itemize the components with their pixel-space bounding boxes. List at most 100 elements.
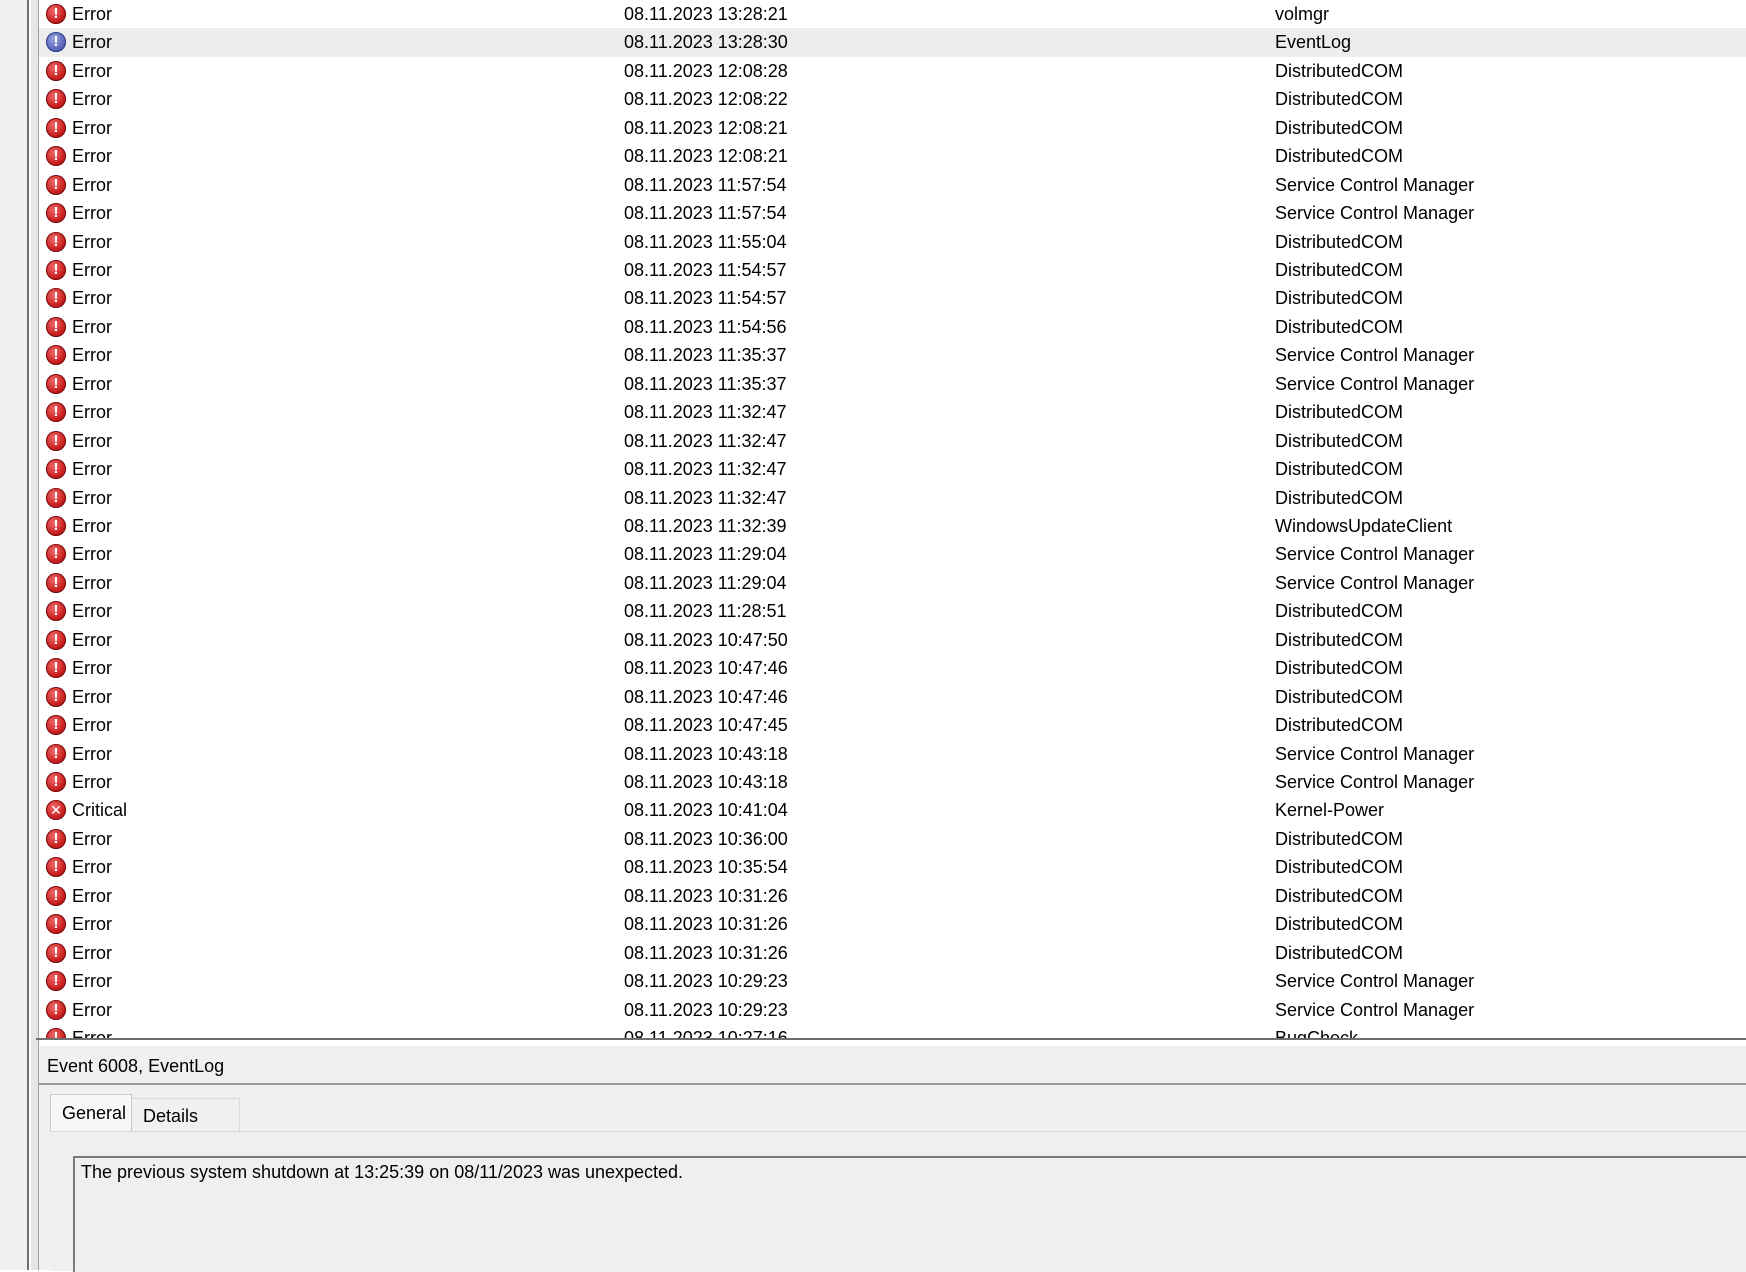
event-level: Critical [72, 800, 128, 821]
pane-splitter[interactable] [27, 0, 29, 1270]
event-source: DistributedCOM [1275, 658, 1404, 679]
event-date: 08.11.2023 10:43:18 [624, 772, 788, 792]
event-source: DistributedCOM [1275, 487, 1404, 508]
tab-general[interactable]: General [50, 1094, 132, 1131]
event-row[interactable]: ! Error 08.11.2023 10:31:26 DistributedCOM [39, 882, 1746, 911]
event-row[interactable]: ! Error 08.11.2023 10:43:18 Service Control… [39, 768, 1746, 797]
event-row[interactable]: ! Error 08.11.2023 11:32:47 DistributedCOM [39, 455, 1746, 484]
error-icon: ! [46, 629, 66, 650]
event-row[interactable]: ! Error 08.11.2023 10:47:46 DistributedCOM [39, 654, 1746, 683]
error-icon: ! [46, 971, 66, 992]
event-source: DistributedCOM [1275, 60, 1404, 81]
error-icon: ! [46, 117, 66, 138]
event-row[interactable]: ! Error 08.11.2023 11:57:54 Service Control… [39, 171, 1746, 200]
list-splitter[interactable] [36, 1038, 1746, 1040]
event-level: Error [72, 402, 112, 423]
event-date: 08.11.2023 10:47:46 [624, 658, 788, 679]
event-source: DistributedCOM [1275, 288, 1404, 309]
event-row[interactable]: ! Error 08.11.2023 12:08:21 DistributedCOM [39, 142, 1746, 171]
event-source: DistributedCOM [1275, 231, 1404, 252]
error-icon: ! [46, 658, 66, 679]
event-row[interactable]: ! Error 08.11.2023 11:29:04 Service Control… [39, 569, 1746, 598]
event-date: 08.11.2023 13:28:21 [624, 4, 788, 24]
event-date: 08.11.2023 11:35:37 [624, 345, 787, 366]
event-date: 08.11.2023 12:08:21 [624, 146, 788, 167]
event-list[interactable]: ! Error 08.11.2023 13:28:21 volmgr! Error 08.… [39, 0, 1746, 1040]
event-row[interactable]: ! Error 08.11.2023 12:08:28 DistributedCOM [39, 57, 1746, 86]
event-row[interactable]: ! Error 08.11.2023 10:29:23 Service Control… [39, 996, 1746, 1025]
error-icon: ! [46, 999, 66, 1020]
event-date: 08.11.2023 10:31:26 [624, 885, 788, 906]
event-date: 08.11.2023 13:28:30 [624, 32, 788, 53]
event-level: Error [72, 516, 112, 536]
event-source: Service Control Manager [1275, 544, 1475, 565]
event-row[interactable]: ! Error 08.11.2023 11:32:47 DistributedCOM [39, 484, 1746, 513]
event-source: DistributedCOM [1275, 430, 1404, 451]
title-divider [39, 1083, 1746, 1085]
event-source: DistributedCOM [1275, 601, 1404, 622]
event-level: Error [72, 942, 112, 963]
event-row[interactable]: ! Error 08.11.2023 10:29:23 Service Control… [39, 967, 1746, 996]
event-row[interactable]: ! Error 08.11.2023 10:47:45 DistributedCOM [39, 711, 1746, 740]
event-source: DistributedCOM [1275, 857, 1404, 878]
event-level: Error [72, 601, 112, 622]
error-icon: ! [46, 544, 66, 565]
event-description-box[interactable]: The previous system shutdown at 13:25:39… [73, 1156, 1746, 1272]
event-level: Error [72, 288, 112, 309]
event-date: 08.11.2023 11:57:54 [624, 203, 787, 224]
event-date: 08.11.2023 11:32:47 [624, 487, 787, 508]
event-row[interactable]: ! Error 08.11.2023 11:32:47 DistributedCOM [39, 398, 1746, 427]
left-gutter [0, 0, 27, 1270]
event-level: Error [72, 629, 112, 650]
error-icon: ! [46, 572, 66, 593]
event-row[interactable]: ! Error 08.11.2023 11:32:39 WindowsUpdateCl… [39, 512, 1746, 541]
error-icon: ! [46, 231, 66, 252]
event-row[interactable]: ! Error 08.11.2023 10:35:54 DistributedCOM [39, 853, 1746, 882]
event-date: 08.11.2023 11:29:04 [624, 572, 787, 593]
event-level: Error [72, 430, 112, 451]
error-icon: ! [46, 203, 66, 224]
event-row[interactable]: ! Error 08.11.2023 11:57:54 Service Control… [39, 199, 1746, 228]
error-icon: ! [46, 4, 66, 24]
event-row[interactable]: ! Error 08.11.2023 11:35:37 Service Control… [39, 370, 1746, 399]
event-row[interactable]: ! Error 08.11.2023 13:28:21 volmgr [39, 0, 1746, 29]
event-row[interactable]: ! Error 08.11.2023 11:29:04 Service Control… [39, 540, 1746, 569]
event-level: Error [72, 686, 112, 707]
event-row[interactable]: ! Error 08.11.2023 10:47:50 DistributedCOM [39, 626, 1746, 655]
event-row[interactable]: ! Error 08.11.2023 11:54:57 DistributedCOM [39, 256, 1746, 285]
event-row[interactable]: ! Error 08.11.2023 11:54:57 DistributedCOM [39, 284, 1746, 313]
event-row[interactable]: ! Error 08.11.2023 12:08:22 DistributedCOM [39, 85, 1746, 114]
event-source: Service Control Manager [1275, 203, 1475, 224]
event-row[interactable]: ! Error 08.11.2023 10:31:26 DistributedCOM [39, 910, 1746, 939]
event-level: Error [72, 260, 112, 280]
event-row[interactable]: ! Error 08.11.2023 10:47:46 DistributedCOM [39, 683, 1746, 712]
event-source: Service Control Manager [1275, 345, 1475, 366]
error-icon: ! [46, 516, 66, 536]
error-icon: ! [46, 601, 66, 622]
event-row[interactable]: ! Error 08.11.2023 11:54:56 DistributedCOM [39, 313, 1746, 342]
event-row[interactable]: ! Error 08.11.2023 11:35:37 Service Control… [39, 341, 1746, 370]
event-row[interactable]: ! Error 08.11.2023 11:28:51 DistributedCOM [39, 597, 1746, 626]
event-date: 08.11.2023 10:47:46 [624, 686, 788, 707]
event-date: 08.11.2023 10:35:54 [624, 857, 788, 878]
event-row[interactable]: ! Error 08.11.2023 10:36:00 DistributedCOM [39, 825, 1746, 854]
event-source: DistributedCOM [1275, 828, 1404, 849]
event-row[interactable]: ! Error 08.11.2023 10:31:26 DistributedCOM [39, 939, 1746, 968]
event-row[interactable]: ! Error 08.11.2023 10:43:18 Service Control… [39, 740, 1746, 769]
error-icon: ! [46, 373, 66, 394]
pane-border [31, 0, 38, 1270]
event-row[interactable]: ! Error 08.11.2023 11:55:04 DistributedCOM [39, 228, 1746, 257]
event-row[interactable]: ! Error 08.11.2023 13:28:30 EventLog [39, 28, 1746, 57]
event-level: Error [72, 146, 112, 167]
event-source: Kernel-Power [1275, 800, 1385, 821]
event-source: Service Control Manager [1275, 743, 1475, 764]
error-icon: ! [46, 459, 66, 480]
event-date: 08.11.2023 12:08:28 [624, 60, 788, 81]
event-row[interactable]: ! Error 08.11.2023 11:32:47 DistributedCOM [39, 427, 1746, 456]
event-level: Error [72, 857, 112, 878]
tab-details[interactable]: Details [132, 1098, 240, 1131]
event-row[interactable]: ✕ Critical 08.11.2023 10:41:04 Kernel-Power [39, 796, 1746, 825]
event-row[interactable]: ! Error 08.11.2023 12:08:21 DistributedCOM [39, 114, 1746, 143]
event-date: 08.11.2023 11:54:57 [624, 260, 787, 280]
event-source: DistributedCOM [1275, 715, 1404, 736]
